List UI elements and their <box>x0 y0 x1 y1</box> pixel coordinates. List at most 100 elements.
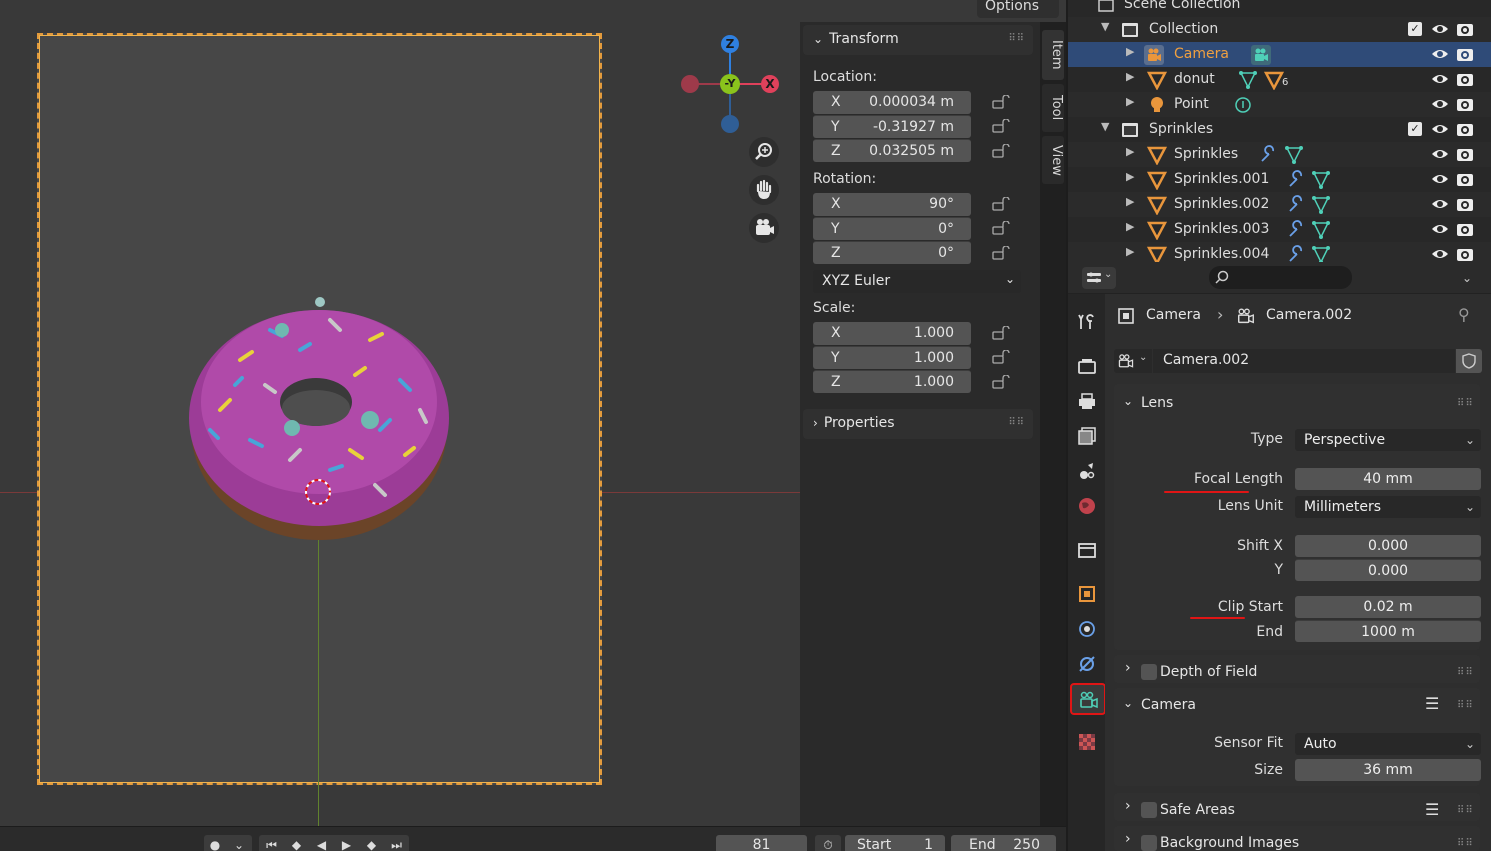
background-images-title[interactable]: Background Images <box>1160 835 1299 851</box>
outliner-row-sprinkles-003[interactable]: ▶ Sprinkles.003 <box>1068 217 1491 242</box>
play-icon[interactable]: ▶ <box>334 835 359 851</box>
drag-grip-icon[interactable]: ⠿⠿ <box>1457 667 1474 678</box>
location-y-field[interactable]: Y -0.31927 m <box>813 115 971 138</box>
lock-icon[interactable] <box>992 94 1010 109</box>
end-frame-field[interactable]: End 250 <box>951 835 1056 851</box>
lock-icon[interactable] <box>992 220 1010 235</box>
safe-areas-title[interactable]: Safe Areas <box>1160 802 1235 818</box>
list-presets-icon[interactable]: ☰ <box>1425 694 1439 713</box>
zoom-icon[interactable] <box>749 137 779 167</box>
safe-areas-checkbox[interactable] <box>1141 802 1157 818</box>
mesh-data-icon[interactable] <box>1311 170 1331 190</box>
eye-icon[interactable] <box>1431 221 1449 237</box>
wrench-icon[interactable] <box>1286 195 1306 215</box>
drag-grip-icon[interactable]: ⠿⠿ <box>1008 417 1025 428</box>
rotation-y-field[interactable]: Y 0° <box>813 217 971 240</box>
camera-data-icon[interactable] <box>1251 45 1271 65</box>
eye-icon[interactable] <box>1431 196 1449 212</box>
lock-icon[interactable] <box>992 349 1010 364</box>
render-camera-icon[interactable] <box>1456 221 1474 237</box>
rotation-x-field[interactable]: X 90° <box>813 193 971 216</box>
chevron-down-icon[interactable]: ▼ <box>1101 20 1109 33</box>
gizmo-neg-y-axis[interactable]: -Y <box>720 74 740 94</box>
properties-panel-header[interactable]: › Properties ⠿⠿ <box>803 409 1033 439</box>
chevron-right-icon[interactable]: ▶ <box>1126 145 1134 158</box>
render-camera-icon[interactable] <box>1456 171 1474 187</box>
fake-user-button[interactable] <box>1456 349 1482 373</box>
chevron-right-icon[interactable]: ▶ <box>1126 220 1134 233</box>
wrench-icon[interactable] <box>1258 145 1278 165</box>
datablock-browse-button[interactable]: ⌄ <box>1114 349 1152 373</box>
outliner-row-point[interactable]: ▶ Point <box>1068 92 1491 117</box>
camera-icon[interactable] <box>749 213 779 243</box>
prev-keyframe-icon[interactable]: ◆ <box>284 835 309 851</box>
constraints-tab-icon[interactable] <box>1076 653 1098 675</box>
datablock-name-field[interactable]: Camera.002 <box>1153 349 1455 373</box>
outliner-row-sprinkles[interactable]: ▶ Sprinkles <box>1068 142 1491 167</box>
mesh-data-icon[interactable] <box>1238 70 1258 90</box>
shift-y-field[interactable]: 0.000 <box>1295 559 1481 581</box>
options-dropdown[interactable]: Options ⌄ <box>977 0 1059 29</box>
light-data-icon[interactable] <box>1233 95 1253 115</box>
background-images-checkbox[interactable] <box>1141 835 1157 851</box>
texture-tab-icon[interactable] <box>1076 731 1098 753</box>
output-tab-icon[interactable] <box>1076 390 1098 412</box>
world-tab-icon[interactable] <box>1076 495 1098 517</box>
lens-unit-dropdown[interactable]: Millimeters ⌄ <box>1295 496 1481 518</box>
eye-icon[interactable] <box>1431 171 1449 187</box>
view-layer-tab-icon[interactable] <box>1076 425 1098 447</box>
render-camera-icon[interactable] <box>1456 96 1474 112</box>
wrench-icon[interactable] <box>1286 245 1306 262</box>
outliner-row-camera[interactable]: ▶ Camera <box>1068 42 1491 67</box>
hand-icon[interactable] <box>749 175 779 205</box>
outliner-row-donut[interactable]: ▶ donut 6 <box>1068 67 1491 92</box>
render-tab-icon[interactable] <box>1076 355 1098 377</box>
chevron-down-icon[interactable]: ⌄ <box>1456 267 1478 289</box>
chevron-down-icon[interactable]: ▼ <box>1101 120 1109 133</box>
physics-tab-icon[interactable] <box>1076 618 1098 640</box>
outliner-row-collection[interactable]: ▼ Collection ✓ <box>1068 17 1491 42</box>
exclude-checkbox[interactable]: ✓ <box>1408 122 1422 136</box>
chevron-right-icon[interactable]: ▶ <box>1126 70 1134 83</box>
start-frame-field[interactable]: Start 1 <box>845 835 945 851</box>
camera-data-tab[interactable] <box>1070 683 1106 715</box>
lock-icon[interactable] <box>992 143 1010 158</box>
object-tab-icon[interactable] <box>1076 583 1098 605</box>
current-frame-field[interactable]: 81 <box>716 835 807 851</box>
chevron-down-icon[interactable]: ⌄ <box>1123 696 1133 710</box>
render-camera-icon[interactable] <box>1456 121 1474 137</box>
eye-icon[interactable] <box>1431 121 1449 137</box>
lock-icon[interactable] <box>992 325 1010 340</box>
render-camera-icon[interactable] <box>1456 146 1474 162</box>
camera-panel-title[interactable]: Camera <box>1141 697 1196 713</box>
drag-grip-icon[interactable]: ⠿⠿ <box>1457 398 1474 409</box>
collection-tab-icon[interactable] <box>1076 539 1098 561</box>
eye-icon[interactable] <box>1431 71 1449 87</box>
clip-start-field[interactable]: 0.02 m <box>1295 596 1481 618</box>
location-x-field[interactable]: X 0.000034 m <box>813 91 971 114</box>
tool-tab-icon[interactable] <box>1076 311 1098 333</box>
lock-icon[interactable] <box>992 196 1010 211</box>
clip-end-field[interactable]: 1000 m <box>1295 620 1481 642</box>
donut-object[interactable] <box>180 290 460 550</box>
eye-icon[interactable] <box>1431 246 1449 262</box>
rotation-mode-dropdown[interactable]: XYZ Euler ⌄ <box>813 270 1021 293</box>
drag-grip-icon[interactable]: ⠿⠿ <box>1008 33 1025 44</box>
sensor-size-field[interactable]: 36 mm <box>1295 759 1481 781</box>
render-camera-icon[interactable] <box>1456 246 1474 262</box>
chevron-down-icon[interactable]: ⌄ <box>226 835 252 851</box>
lens-type-dropdown[interactable]: Perspective ⌄ <box>1295 429 1481 451</box>
record-icon[interactable]: ● <box>204 835 226 851</box>
eye-icon[interactable] <box>1431 96 1449 112</box>
sensor-fit-dropdown[interactable]: Auto ⌄ <box>1295 733 1481 755</box>
eye-icon[interactable] <box>1431 46 1449 62</box>
properties-search-input[interactable] <box>1209 266 1352 289</box>
location-z-field[interactable]: Z 0.032505 m <box>813 139 971 162</box>
jump-end-icon[interactable]: ⏭ <box>384 835 409 851</box>
outliner-row-sprinkles-004[interactable]: ▶ Sprinkles.004 <box>1068 242 1491 262</box>
outliner-row-sprinkles-002[interactable]: ▶ Sprinkles.002 <box>1068 192 1491 217</box>
mesh-data-icon[interactable] <box>1311 195 1331 215</box>
drag-grip-icon[interactable]: ⠿⠿ <box>1457 700 1474 711</box>
depth-of-field-title[interactable]: Depth of Field <box>1160 664 1257 680</box>
gizmo-x-axis[interactable]: X <box>761 75 779 93</box>
